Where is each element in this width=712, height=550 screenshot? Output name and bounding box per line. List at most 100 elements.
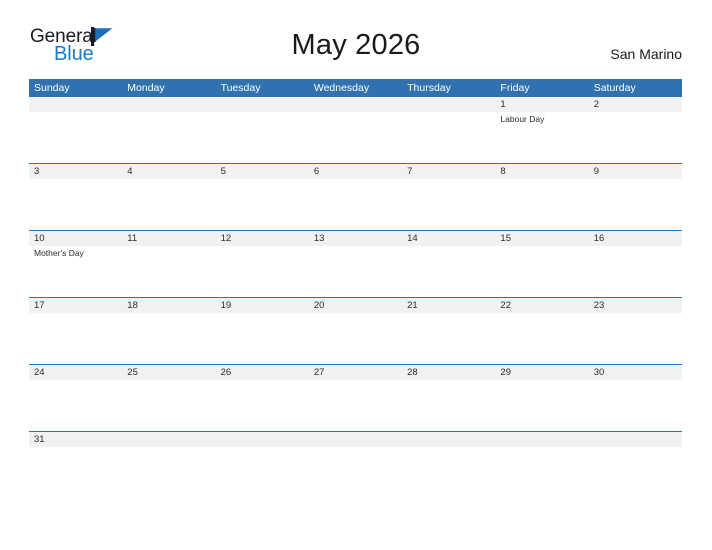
weekday-header-monday: Monday: [127, 82, 165, 94]
day-number[interactable]: 6: [309, 164, 402, 179]
day-cell[interactable]: [29, 112, 122, 163]
day-number[interactable]: 4: [122, 164, 215, 179]
day-cell[interactable]: [216, 179, 309, 230]
week-event-band: Mother's Day: [29, 246, 682, 297]
day-number[interactable]: 9: [589, 164, 682, 179]
day-cell[interactable]: [402, 313, 495, 364]
day-cell[interactable]: [216, 313, 309, 364]
day-number[interactable]: [122, 432, 215, 447]
week-event-band: Labour Day: [29, 112, 682, 163]
week-event-band: [29, 313, 682, 364]
day-number[interactable]: 28: [402, 365, 495, 380]
week-date-band: 24 25 26 27 28 29 30: [29, 365, 682, 380]
week-date-band: 17 18 19 20 21 22 23: [29, 298, 682, 313]
day-cell[interactable]: [216, 112, 309, 163]
day-number[interactable]: [216, 97, 309, 112]
day-number[interactable]: 21: [402, 298, 495, 313]
day-cell[interactable]: [402, 380, 495, 431]
day-cell[interactable]: [122, 246, 215, 297]
day-cell[interactable]: [29, 179, 122, 230]
day-cell[interactable]: [589, 313, 682, 364]
day-number[interactable]: 23: [589, 298, 682, 313]
day-number[interactable]: 16: [589, 231, 682, 246]
week-event-band: [29, 179, 682, 230]
day-number[interactable]: 2: [589, 97, 682, 112]
day-cell[interactable]: [589, 380, 682, 431]
day-number[interactable]: [309, 97, 402, 112]
day-number[interactable]: 1: [495, 97, 588, 112]
week-date-band: 31: [29, 432, 682, 447]
day-cell[interactable]: [122, 313, 215, 364]
day-cell[interactable]: [309, 112, 402, 163]
weekday-header-tuesday: Tuesday: [220, 82, 261, 94]
day-number[interactable]: [29, 97, 122, 112]
day-cell[interactable]: [309, 246, 402, 297]
day-cell[interactable]: [122, 380, 215, 431]
weekday-header-row: Sunday Monday Tuesday Wednesday Thursday…: [29, 79, 682, 97]
day-number[interactable]: 15: [495, 231, 588, 246]
weekday-header-wednesday: Wednesday: [313, 82, 370, 94]
day-number[interactable]: 30: [589, 365, 682, 380]
day-cell[interactable]: [495, 313, 588, 364]
day-cell[interactable]: [589, 179, 682, 230]
week-row: 1 2 Labour Day: [29, 97, 682, 164]
day-number[interactable]: 5: [216, 164, 309, 179]
day-number[interactable]: [589, 432, 682, 447]
day-cell[interactable]: [589, 112, 682, 163]
day-cell[interactable]: [402, 179, 495, 230]
day-number[interactable]: 25: [122, 365, 215, 380]
day-number[interactable]: 7: [402, 164, 495, 179]
day-number[interactable]: 26: [216, 365, 309, 380]
day-number[interactable]: 10: [29, 231, 122, 246]
day-number[interactable]: 19: [216, 298, 309, 313]
day-cell[interactable]: [309, 380, 402, 431]
day-cell[interactable]: [309, 179, 402, 230]
day-cell[interactable]: [29, 313, 122, 364]
day-cell[interactable]: [216, 380, 309, 431]
week-event-band: [29, 380, 682, 431]
day-number[interactable]: 27: [309, 365, 402, 380]
day-cell[interactable]: Labour Day: [495, 112, 588, 163]
day-number[interactable]: 22: [495, 298, 588, 313]
day-number[interactable]: [495, 432, 588, 447]
week-date-band: 10 11 12 13 14 15 16: [29, 231, 682, 246]
day-cell[interactable]: [402, 246, 495, 297]
calendar-grid: Sunday Monday Tuesday Wednesday Thursday…: [29, 79, 682, 447]
day-number[interactable]: 3: [29, 164, 122, 179]
day-cell[interactable]: [402, 112, 495, 163]
weekday-header-sunday: Sunday: [34, 82, 70, 94]
day-number[interactable]: 8: [495, 164, 588, 179]
day-number[interactable]: 14: [402, 231, 495, 246]
day-cell[interactable]: [122, 179, 215, 230]
weekday-header-friday: Friday: [500, 82, 530, 94]
day-number[interactable]: [402, 97, 495, 112]
page-header: General Blue May 2026 San Marino: [0, 0, 712, 79]
day-number[interactable]: 31: [29, 432, 122, 447]
day-cell[interactable]: [495, 380, 588, 431]
week-row: 10 11 12 13 14 15 16 Mother's Day: [29, 231, 682, 298]
day-cell[interactable]: [309, 313, 402, 364]
day-number[interactable]: [402, 432, 495, 447]
day-number[interactable]: 11: [122, 231, 215, 246]
day-cell[interactable]: [495, 246, 588, 297]
day-number[interactable]: 17: [29, 298, 122, 313]
event-label: Mother's Day: [34, 248, 84, 258]
day-number[interactable]: [309, 432, 402, 447]
day-cell[interactable]: Mother's Day: [29, 246, 122, 297]
day-cell[interactable]: [122, 112, 215, 163]
day-number[interactable]: 20: [309, 298, 402, 313]
day-cell[interactable]: [216, 246, 309, 297]
day-number[interactable]: [122, 97, 215, 112]
event-label: Labour Day: [500, 114, 545, 124]
day-cell[interactable]: [29, 380, 122, 431]
day-number[interactable]: [216, 432, 309, 447]
day-number[interactable]: 24: [29, 365, 122, 380]
day-cell[interactable]: [495, 179, 588, 230]
day-number[interactable]: 13: [309, 231, 402, 246]
day-number[interactable]: 12: [216, 231, 309, 246]
day-cell[interactable]: [589, 246, 682, 297]
day-number[interactable]: 18: [122, 298, 215, 313]
day-number[interactable]: 29: [495, 365, 588, 380]
week-row: 31: [29, 432, 682, 447]
week-date-band: 1 2: [29, 97, 682, 112]
